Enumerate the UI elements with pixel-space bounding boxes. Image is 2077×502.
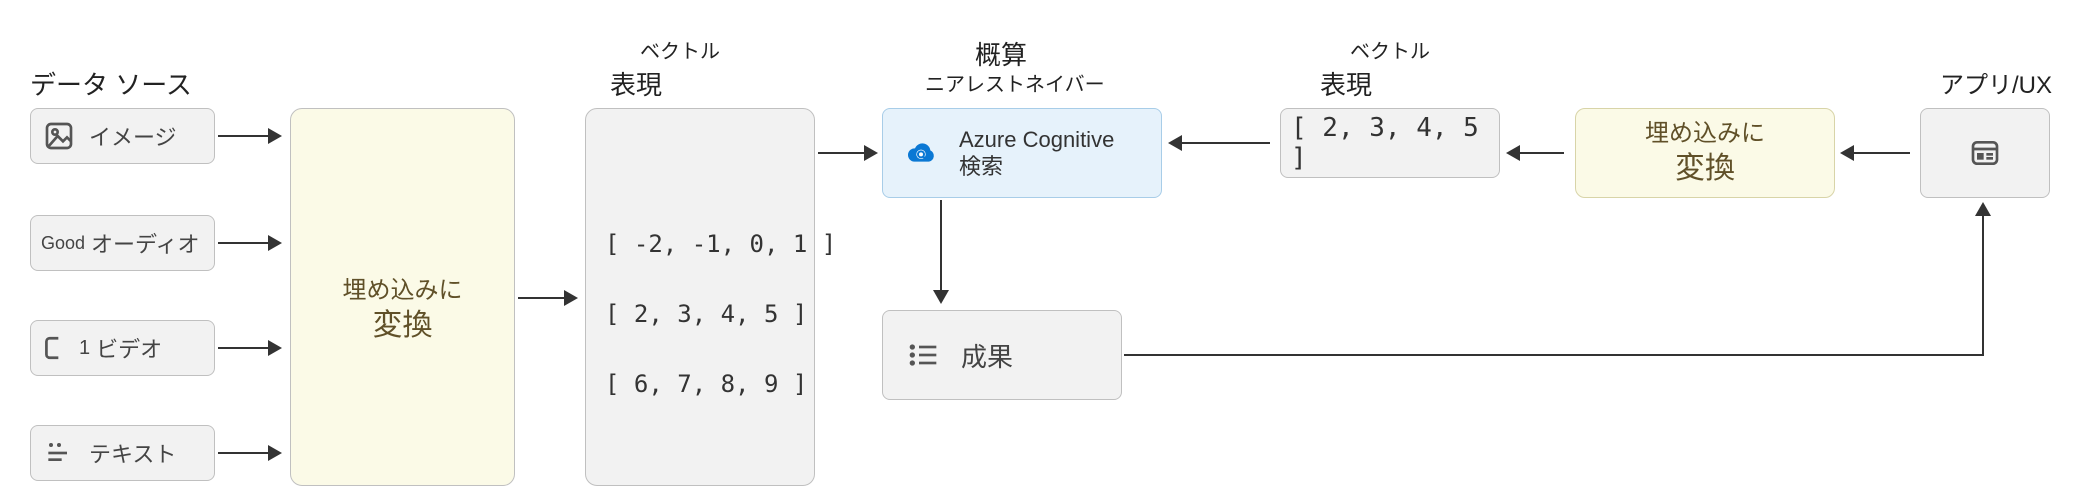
arrowhead-transform-to-vectors	[564, 290, 578, 306]
arrow-app-to-transformright	[1852, 152, 1910, 154]
arrow-transform-to-vectors	[518, 297, 566, 299]
source-video-prefix: 1	[79, 337, 90, 360]
representation-right-heading: 表現	[1320, 65, 1372, 102]
arrowhead-vectorright-to-search	[1168, 135, 1182, 151]
source-image-label: イメージ	[89, 120, 177, 152]
arrow-source-audio	[218, 242, 270, 244]
cloud-search-icon	[897, 129, 945, 177]
arrow-results-to-app-v	[1982, 215, 1984, 356]
vector-representation-right: [ 2, 3, 4, 5 ]	[1280, 108, 1500, 178]
arrow-source-text	[218, 452, 270, 454]
ann-sublabel: ニアレストネイバー	[925, 68, 1105, 97]
source-image: イメージ	[30, 108, 215, 164]
list-icon	[901, 333, 945, 377]
azure-cognitive-search: Azure Cognitive 検索	[882, 108, 1162, 198]
approx-heading: 概算	[975, 35, 1027, 72]
image-icon	[41, 118, 77, 154]
vector-right-value: [ 2, 3, 4, 5 ]	[1291, 113, 1489, 173]
source-video-label: ビデオ	[96, 332, 162, 364]
transform-line2: 変換	[300, 306, 505, 345]
arrow-vectorright-to-search	[1180, 142, 1270, 144]
source-audio: Good オーディオ	[30, 215, 215, 271]
text-icon	[41, 435, 77, 471]
source-text-label: テキスト	[89, 437, 176, 469]
transform-right-line1: 埋め込みに	[1645, 118, 1765, 149]
vector-row-3: [ 6, 7, 8, 9 ]	[605, 370, 807, 398]
azure-search-subtitle: 検索	[959, 153, 1114, 181]
results-label: 成果	[961, 337, 1013, 374]
arrowhead-source-text	[268, 445, 282, 461]
vector-row-1: [ -2, -1, 0, 1 ]	[605, 230, 836, 258]
vector-representation-left	[585, 108, 815, 486]
source-video: 1 ビデオ	[30, 320, 215, 376]
transform-right-line2: 変換	[1675, 149, 1735, 188]
vector-left-sublabel: ベクトル	[640, 35, 720, 64]
arrow-search-to-results	[940, 200, 942, 292]
arrowhead-results-to-app	[1975, 202, 1991, 216]
source-audio-label: オーディオ	[91, 227, 199, 259]
arrow-source-video	[218, 347, 270, 349]
arrow-source-image	[218, 135, 270, 137]
representation-left-heading: 表現	[610, 65, 662, 102]
arrowhead-app-to-transformright	[1840, 145, 1854, 161]
app-ux-box	[1920, 108, 2050, 198]
data-sources-heading: データ ソース	[30, 65, 192, 102]
arrowhead-source-audio	[268, 235, 282, 251]
arrowhead-source-image	[268, 128, 282, 144]
arrow-results-to-app-h	[1124, 354, 1984, 356]
arrowhead-vectors-to-search	[864, 145, 878, 161]
transform-embedding-left-text: 埋め込みに 変換	[300, 275, 505, 345]
app-window-icon	[1962, 130, 2008, 176]
vector-right-sublabel: ベクトル	[1350, 35, 1430, 64]
arrowhead-search-to-results	[933, 290, 949, 304]
transform-line1: 埋め込みに	[300, 275, 505, 306]
bracket-icon	[41, 330, 67, 366]
azure-search-title: Azure Cognitive	[959, 126, 1114, 154]
arrow-vectors-to-search	[818, 152, 866, 154]
source-text: テキスト	[30, 425, 215, 481]
app-ux-heading: アプリ/UX	[1940, 65, 2052, 100]
results-box: 成果	[882, 310, 1122, 400]
arrow-transformright-to-vectorright	[1518, 152, 1564, 154]
arrowhead-transformright-to-vectorright	[1506, 145, 1520, 161]
source-audio-prefix: Good	[41, 233, 85, 254]
arrowhead-source-video	[268, 340, 282, 356]
transform-embedding-right: 埋め込みに 変換	[1575, 108, 1835, 198]
vector-row-2: [ 2, 3, 4, 5 ]	[605, 300, 807, 328]
